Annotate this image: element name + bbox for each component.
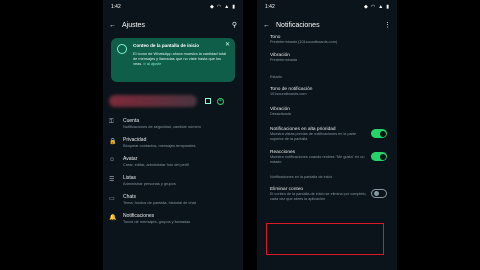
back-arrow-icon[interactable]: ← bbox=[109, 22, 116, 29]
settings-item-notificaciones[interactable]: 🔔 Notificaciones Tonos de mensajes, grupos… bbox=[103, 213, 243, 224]
wifi-icon: ◠ bbox=[370, 4, 376, 10]
signal-icon: ▲ bbox=[378, 4, 384, 10]
tono-setting[interactable]: Tono Predeterminado (101soundboards.com) bbox=[257, 35, 397, 45]
more-options-icon[interactable]: ⋮ bbox=[384, 21, 391, 29]
settings-item-subtitle: Bloquear contactos, mensajes temporales bbox=[123, 143, 196, 148]
highlight-box bbox=[266, 223, 384, 255]
settings-item-privacidad[interactable]: 🔒 Privacidad Bloquear contactos, mensajes … bbox=[103, 137, 243, 148]
high-priority-row[interactable]: Notificaciones en alta prioridad Muestra… bbox=[257, 127, 397, 142]
status-time: 1:42 bbox=[111, 4, 121, 10]
counter-icon bbox=[117, 44, 127, 54]
signal-icon: ▲ bbox=[224, 4, 230, 10]
banner-title: Conteo de la pantalla de inicio bbox=[133, 43, 200, 48]
settings-item-listas[interactable]: ☰ Listas Administrar personas y grupos bbox=[103, 175, 243, 186]
profile-row[interactable]: + bbox=[103, 88, 243, 114]
settings-item-subtitle: Tonos de mensajes, grupos y llamadas bbox=[123, 219, 191, 224]
page-title: Ajustes bbox=[122, 21, 145, 29]
settings-screen: 1:42 ◆ ◠ ▲ ▮ ← Ajustes ⚲ ✕ Conteo de la … bbox=[103, 0, 243, 270]
status-vibration-setting[interactable]: Vibración Desactivada bbox=[257, 107, 397, 117]
notification-icon: ◆ bbox=[210, 4, 214, 10]
status-time: 1:42 bbox=[265, 4, 275, 10]
settings-item-cuenta[interactable]: ⚿ Cuenta Notificaciones de seguridad, camb… bbox=[103, 118, 243, 129]
reactions-toggle[interactable] bbox=[371, 152, 387, 161]
vibracion-setting[interactable]: Vibración Predeterminada bbox=[257, 53, 397, 63]
add-icon[interactable]: + bbox=[217, 97, 224, 105]
settings-item-subtitle: Tema, fondos de pantalla, historial de c… bbox=[123, 200, 196, 205]
settings-item-subtitle: Administrar personas y grupos bbox=[123, 181, 176, 186]
avatar bbox=[109, 95, 197, 107]
app-bar: ← Notificaciones ⋮ bbox=[257, 14, 397, 36]
search-icon[interactable]: ⚲ bbox=[232, 21, 237, 29]
clear-count-row[interactable]: Eliminar conteo El conteo de la pantalla… bbox=[257, 187, 397, 202]
battery-icon: ▮ bbox=[386, 4, 389, 10]
key-icon: ⚿ bbox=[109, 119, 114, 125]
lists-icon: ☰ bbox=[109, 177, 115, 183]
status-bar: 1:42 ◆ ◠ ▲ ▮ bbox=[103, 0, 243, 14]
settings-item-subtitle: Crear, editar, administrar foto del perf… bbox=[123, 162, 189, 167]
bell-icon: 🔔 bbox=[109, 215, 117, 221]
battery-icon: ▮ bbox=[232, 4, 235, 10]
page-title: Notificaciones bbox=[276, 21, 320, 29]
clear-count-toggle[interactable] bbox=[371, 189, 387, 198]
high-priority-toggle[interactable] bbox=[371, 129, 387, 138]
home-count-banner[interactable]: ✕ Conteo de la pantalla de inicio El íco… bbox=[111, 38, 235, 82]
settings-item-chats[interactable]: ▭ Chats Tema, fondos de pantalla, historia… bbox=[103, 194, 243, 205]
qr-code-icon[interactable] bbox=[205, 98, 211, 104]
settings-item-avatar[interactable]: ☺ Avatar Crear, editar, administrar foto d… bbox=[103, 156, 243, 167]
app-bar: ← Ajustes ⚲ bbox=[103, 14, 243, 36]
reactions-row[interactable]: Reacciones Muestra notificaciones cuando… bbox=[257, 150, 397, 165]
notification-icon: ◆ bbox=[364, 4, 368, 10]
back-arrow-icon[interactable]: ← bbox=[263, 22, 270, 29]
avatar-icon: ☺ bbox=[109, 157, 116, 163]
banner-link[interactable]: Ir al ajuste bbox=[143, 61, 161, 66]
settings-item-subtitle: Notificaciones de seguridad, cambiar núm… bbox=[123, 124, 202, 129]
status-tone-setting[interactable]: Tono de notificación 101soundboards.com bbox=[257, 87, 397, 97]
section-home-screen: Notificaciones en la pantalla de inicio bbox=[270, 175, 333, 179]
wifi-icon: ◠ bbox=[216, 4, 222, 10]
chat-icon: ▭ bbox=[109, 196, 115, 202]
section-estado: Estado bbox=[270, 75, 282, 79]
status-bar: 1:42 ◆ ◠ ▲ ▮ bbox=[257, 0, 397, 14]
banner-body: El ícono de WhatsApp ahora muestra la ca… bbox=[133, 51, 226, 67]
lock-icon: 🔒 bbox=[109, 139, 117, 145]
close-icon[interactable]: ✕ bbox=[225, 41, 230, 48]
